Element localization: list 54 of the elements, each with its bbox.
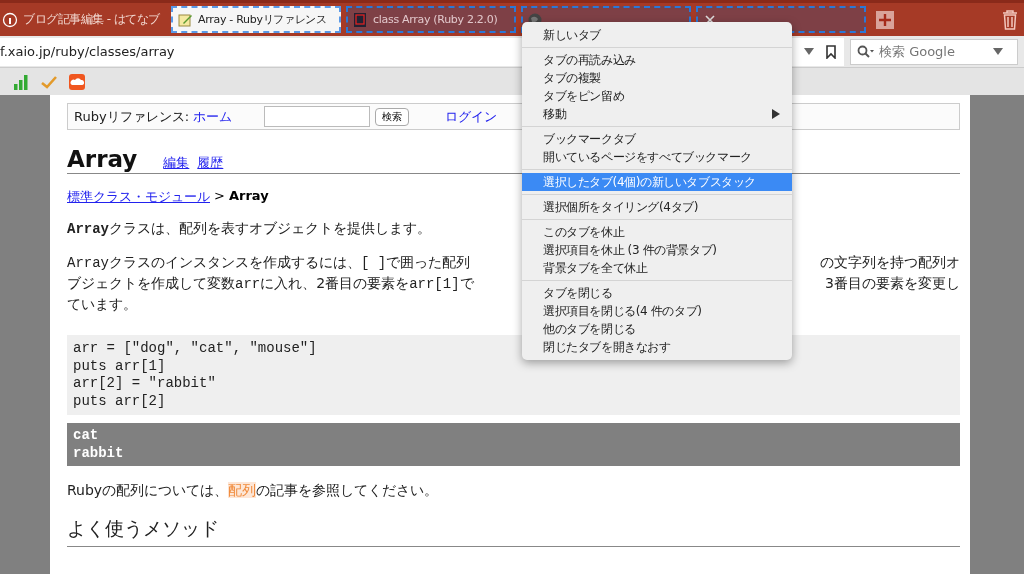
dropdown-caret-icon[interactable] (993, 47, 1003, 56)
new-tab-icon[interactable] (876, 10, 894, 29)
cloud-icon[interactable] (69, 73, 85, 90)
section-heading: よく使うメソッド (67, 516, 960, 547)
paragraph-text: ブジェクトを作成して変数arrに入れ、2番目の要素をarr[1]で (67, 275, 475, 294)
search-field[interactable]: 検索 Google (879, 44, 989, 59)
menu-item[interactable]: 選択個所をタイリング(4タブ) (522, 198, 792, 216)
browser-tab[interactable]: ブログ記事編集 - はてなブ (0, 6, 166, 33)
menu-item[interactable]: 選択項目を休止 (3 件の背景タブ) (522, 241, 792, 259)
paragraph-text: 3番目の要素を変更し (825, 275, 960, 293)
breadcrumb-link[interactable]: 標準クラス・モジュール (67, 188, 210, 206)
note-paragraph: Rubyの配列については、配列の記事を参照してください。 (67, 482, 439, 500)
browser-tab[interactable]: class Array (Ruby 2.2.0) (346, 6, 516, 33)
menu-item[interactable]: タブを閉じる (522, 284, 792, 302)
menu-item[interactable]: 背景タブを全て休止 (522, 259, 792, 277)
intro-paragraph: Arrayクラスは、配列を表すオブジェクトを提供します。 (67, 220, 431, 238)
bookmark-icon[interactable] (826, 44, 836, 59)
output-line: rabbit (73, 444, 124, 462)
dropdown-caret-icon[interactable] (804, 47, 814, 56)
menu-item[interactable]: 移動 (522, 105, 792, 123)
menu-item[interactable]: タブをピン留め (522, 87, 792, 105)
code-line: arr = ["dog", "cat", "mouse"] (73, 340, 317, 358)
search-button[interactable]: 検索 (375, 107, 409, 126)
browser-tab[interactable]: Array - Rubyリファレンス (171, 6, 341, 33)
title-link[interactable]: 編集 (163, 154, 190, 172)
breadcrumb-current: Array (228, 188, 269, 205)
menu-item[interactable]: 開いているページをすべてブックマーク (522, 148, 792, 166)
menu-item[interactable]: このタブを休止 (522, 223, 792, 241)
login-link[interactable]: ログイン (445, 107, 497, 126)
search-icon (857, 44, 875, 59)
menu-item[interactable]: ブックマークタブ (522, 130, 792, 148)
code-line: arr[2] = "rabbit" (73, 375, 216, 393)
menu-item[interactable]: 閉じたタブを開きなおす (522, 338, 792, 356)
search-input[interactable] (264, 106, 370, 127)
submenu-arrow-icon (772, 109, 780, 119)
menu-item[interactable]: 選択項目を閉じる(4 件のタブ) (522, 302, 792, 320)
code-line: puts arr[2] (73, 392, 166, 410)
page-title: Array (67, 146, 138, 172)
paragraph-text: の文字列を持つ配列オ (820, 254, 960, 272)
menu-item[interactable]: タブの複製 (522, 69, 792, 87)
trash-icon[interactable] (1002, 9, 1018, 30)
code-line: puts arr[1] (73, 357, 166, 375)
menu-item[interactable]: 他のタブを閉じる (522, 320, 792, 338)
book-icon (352, 11, 368, 28)
title-link[interactable]: 履歴 (197, 154, 224, 172)
paragraph-text: ています。 (67, 296, 138, 314)
menu-item[interactable]: タブの再読み込み (522, 51, 792, 69)
site-label: Rubyリファレンス: (74, 107, 189, 126)
notepad-icon (177, 11, 193, 28)
breadcrumb-separator: > (214, 188, 225, 205)
home-link[interactable]: ホーム (193, 107, 232, 126)
output-line: cat (73, 427, 99, 445)
search-box[interactable]: 検索 Google (850, 38, 1018, 65)
paragraph-text: Arrayクラスのインスタンスを作成するには、[ ]で囲った配列 (67, 254, 472, 273)
